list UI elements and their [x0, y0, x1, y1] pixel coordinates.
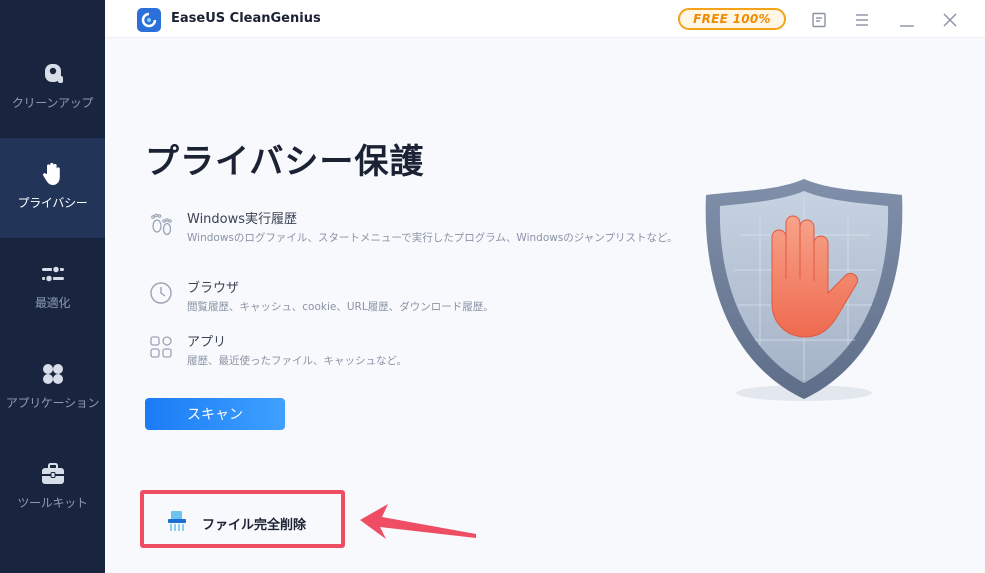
scan-button[interactable]: スキャン — [145, 398, 285, 430]
file-shredder-button[interactable]: ファイル完全削除 — [140, 490, 345, 548]
clock-icon — [147, 279, 175, 307]
annotation-arrow-icon — [360, 504, 476, 539]
app-logo-icon — [137, 8, 161, 32]
sidebar-item-applications[interactable]: アプリケーション — [0, 338, 105, 438]
footprints-icon — [147, 210, 175, 238]
feedback-icon[interactable] — [808, 9, 830, 31]
toolbox-icon — [39, 460, 67, 488]
free-badge[interactable]: FREE 100% — [678, 8, 786, 30]
feature-desc: Windowsのログファイル、スタートメニューで実行したプログラム、Window… — [187, 232, 678, 244]
title-bar: EaseUS CleanGenius FREE 100% — [105, 0, 985, 38]
sliders-icon — [39, 260, 67, 288]
page-title: プライバシー保護 — [145, 142, 425, 182]
sidebar-item-privacy[interactable]: プライバシー — [0, 138, 105, 238]
feature-title: ブラウザ — [187, 281, 240, 296]
sidebar-item-toolkit[interactable]: ツールキット — [0, 438, 105, 538]
sidebar: クリーンアップ プライバシー 最適化 アプリケーション ツールキット — [0, 0, 105, 573]
apps-outline-icon — [147, 333, 175, 361]
sidebar-item-label: プライバシー — [17, 196, 88, 210]
app-title: EaseUS CleanGenius — [171, 11, 321, 26]
feature-title: Windows実行履歴 — [187, 212, 298, 227]
feature-desc: 履歴、最近使ったファイル、キャッシュなど。 — [187, 355, 407, 367]
sidebar-item-label: ツールキット — [17, 496, 88, 510]
menu-icon[interactable] — [851, 9, 873, 31]
sidebar-item-label: クリーンアップ — [11, 96, 94, 110]
sidebar-item-label: 最適化 — [34, 296, 71, 310]
hand-icon — [39, 160, 67, 188]
privacy-shield-icon — [705, 179, 903, 401]
shredder-label: ファイル完全削除 — [202, 518, 307, 533]
minimize-icon[interactable] — [896, 9, 918, 31]
feature-title: アプリ — [187, 335, 227, 350]
sidebar-item-label: アプリケーション — [5, 396, 100, 410]
close-icon[interactable] — [939, 9, 961, 31]
feature-desc: 閲覧履歴、キャッシュ、cookie、URL履歴、ダウンロード履歴。 — [187, 301, 494, 313]
sidebar-item-optimize[interactable]: 最適化 — [0, 238, 105, 338]
shredder-icon — [166, 510, 188, 532]
vacuum-icon — [39, 60, 67, 88]
sidebar-item-cleanup[interactable]: クリーンアップ — [0, 38, 105, 138]
apps-icon — [39, 360, 67, 388]
